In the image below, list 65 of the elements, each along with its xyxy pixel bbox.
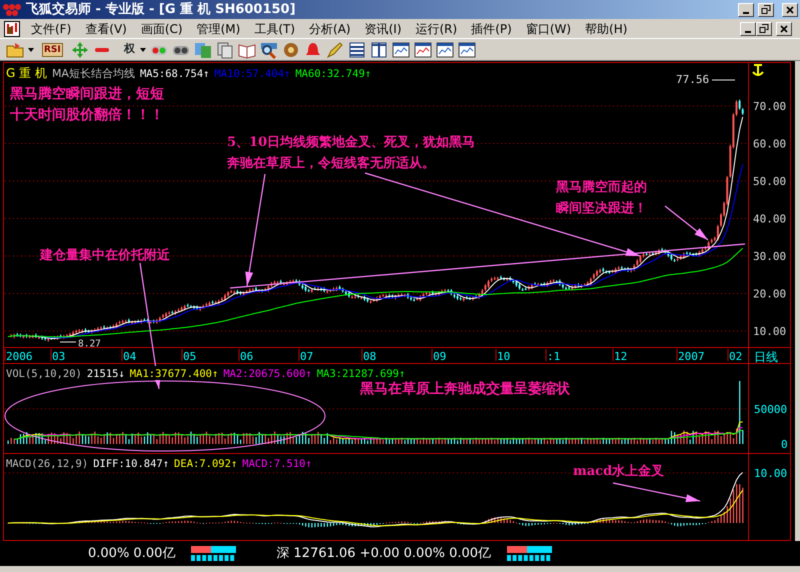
- menu-item[interactable]: 插件(P): [468, 20, 515, 38]
- date-label: 08: [363, 350, 376, 363]
- date-label: 10: [497, 350, 510, 363]
- volume-value: 21515↓: [86, 368, 125, 380]
- average-value: DIFF:10.847↑: [93, 458, 170, 470]
- date-label: 03: [52, 350, 66, 363]
- menu-item[interactable]: 运行(R): [412, 20, 460, 38]
- axis-label: 50000: [754, 403, 788, 416]
- menu-item[interactable]: 画面(C): [138, 20, 186, 38]
- average-value: MA10:57.404↑: [214, 68, 290, 80]
- date-label: :1: [547, 350, 560, 363]
- indicator-name: MACD(26,12,9): [6, 458, 88, 470]
- date-label: 02: [729, 350, 742, 363]
- date-label: 12: [614, 350, 628, 363]
- low-price-label: 8.27: [78, 338, 101, 350]
- indicator-name: MA短长结合均线: [52, 67, 135, 80]
- annotation-text: 黑马腾空而起的: [556, 180, 647, 195]
- rights-button[interactable]: 权: [122, 40, 136, 59]
- stock-name: G 重 机: [6, 66, 47, 80]
- annotation-text: 十天时间股价翻倍！！！: [10, 107, 164, 123]
- annotation-text: macd水上金叉: [573, 464, 664, 479]
- axis-label: 0: [781, 438, 788, 451]
- indicator-name: VOL(5,10,20): [6, 368, 82, 380]
- date-label: 05: [183, 350, 196, 363]
- menu-item[interactable]: 窗口(W): [522, 20, 574, 38]
- annotation-text: 建仓量集中在价托附近: [40, 248, 170, 263]
- high-price-label: 77.56: [676, 73, 710, 86]
- indicator-button[interactable]: RSI: [42, 42, 63, 56]
- annotation-text: 5、10日均线频繁地金叉、死叉，犹如黑马: [227, 135, 476, 150]
- axis-label: 20.00: [753, 288, 786, 300]
- annotation-text: 瞬间坚决跟进！: [556, 201, 647, 216]
- axis-label: 50.00: [753, 175, 786, 188]
- date-label: 09: [433, 350, 446, 363]
- status-text: 深 12761.06 +0.00 0.00% 0.00亿: [276, 544, 492, 563]
- annotation-text: 黑马腾空瞬间跟进，短短: [10, 86, 164, 102]
- date-label: 04: [123, 350, 136, 363]
- annotation-text: 奔驰在草原上，令短线客无所适从。: [227, 156, 435, 171]
- average-value: MA2:20675.600↑: [223, 368, 312, 380]
- axis-label: 40.00: [753, 212, 786, 226]
- average-value: MA5:68.754↑: [140, 68, 210, 80]
- status-text: 0.00% 0.00亿: [88, 544, 176, 563]
- menu-item[interactable]: 管理(M): [194, 20, 244, 38]
- axis-label: 70.00: [753, 100, 786, 113]
- average-value: MA3:21287.699↑: [316, 368, 406, 380]
- period-label: 日线: [754, 350, 778, 364]
- average-value: MA60:32.749↑: [295, 68, 372, 80]
- average-value: MACD:7.510↑: [242, 458, 312, 470]
- menu-item[interactable]: 查看(V): [82, 20, 130, 38]
- axis-label: 10.00: [753, 325, 786, 338]
- axis-label: 60.00: [753, 138, 786, 150]
- window-title: 飞狐交易师 - 专业版 - [G 重 机 SH600150]: [26, 0, 297, 19]
- average-value: DEA:7.092↑: [174, 458, 238, 470]
- date-label: 2006: [6, 350, 32, 363]
- date-label: 06: [240, 350, 254, 363]
- menu-item[interactable]: 工具(T): [251, 20, 298, 38]
- axis-label: 10.00: [754, 467, 788, 480]
- axis-label: 30.00: [753, 250, 786, 263]
- date-label: 2007: [678, 350, 704, 363]
- date-label: 07: [300, 350, 314, 363]
- menu-item[interactable]: 资讯(I): [362, 20, 404, 38]
- annotation-text: 黑马在草原上奔驰成交量呈萎缩状: [360, 381, 570, 397]
- menu-item[interactable]: 文件(F): [28, 20, 74, 38]
- menu-item[interactable]: 帮助(H): [582, 20, 630, 38]
- menu-item[interactable]: 分析(A): [306, 20, 354, 38]
- average-value: MA1:37677.400↑: [130, 368, 218, 380]
